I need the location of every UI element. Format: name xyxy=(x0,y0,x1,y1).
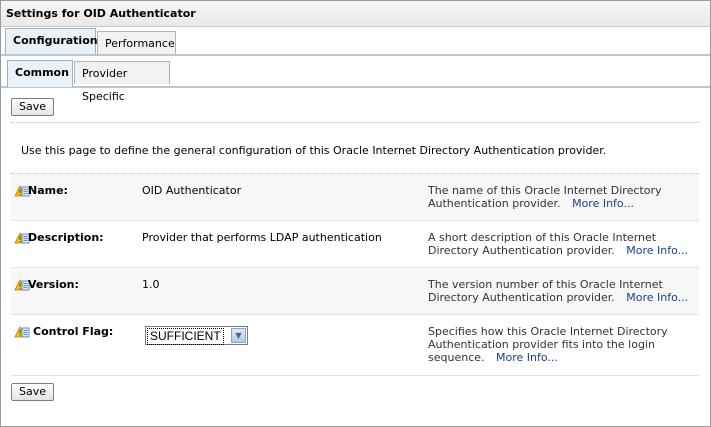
more-info-link[interactable]: More Info... xyxy=(572,197,634,210)
field-help-description: A short description of this Oracle Inter… xyxy=(428,231,693,257)
save-button-top[interactable]: Save xyxy=(11,98,55,116)
field-help-control-flag: Specifies how this Oracle Internet Direc… xyxy=(428,325,693,364)
primary-tab-bar: Configuration Performance xyxy=(1,27,710,56)
field-row-description: Description: Provider that performs LDAP… xyxy=(11,221,699,268)
field-row-name: Name: OID Authenticator The name of this… xyxy=(11,174,699,221)
secondary-tab-bar: Common Provider Specific xyxy=(1,56,710,103)
chevron-down-icon[interactable]: ▼ xyxy=(231,328,246,343)
tab-configuration[interactable]: Configuration xyxy=(5,28,98,54)
field-value-name: OID Authenticator xyxy=(142,184,242,197)
field-row-control-flag: Control Flag: SUFFICIENT ▼ Specifies how… xyxy=(11,315,699,376)
field-label-version: Version: xyxy=(28,278,79,291)
tab-common[interactable]: Common xyxy=(7,60,73,87)
field-help-name: The name of this Oracle Internet Directo… xyxy=(428,184,693,210)
field-row-version: Version: 1.0 The version number of this … xyxy=(11,268,699,315)
field-label-description: Description: xyxy=(28,231,104,244)
control-flag-selected-value: SUFFICIENT xyxy=(147,328,224,345)
warning-info-icon xyxy=(14,326,30,338)
save-button-bottom[interactable]: Save xyxy=(11,383,55,401)
field-label-name: Name: xyxy=(28,184,68,197)
tab-provider-specific[interactable]: Provider Specific xyxy=(74,61,170,103)
field-value-description: Provider that performs LDAP authenticati… xyxy=(142,231,382,244)
field-help-text: A short description of this Oracle Inter… xyxy=(428,231,657,257)
tab-performance[interactable]: Performance xyxy=(97,31,176,54)
more-info-link[interactable]: More Info... xyxy=(626,291,688,304)
intro-text: Use this page to define the general conf… xyxy=(21,144,607,157)
more-info-link[interactable]: More Info... xyxy=(496,351,558,364)
title-bar: Settings for OID Authenticator xyxy=(1,1,710,27)
more-info-link[interactable]: More Info... xyxy=(626,244,688,257)
page-title: Settings for OID Authenticator xyxy=(6,7,196,20)
field-help-version: The version number of this Oracle Intern… xyxy=(428,278,693,304)
field-value-version: 1.0 xyxy=(142,278,160,291)
divider xyxy=(11,122,699,123)
control-flag-select[interactable]: SUFFICIENT ▼ xyxy=(145,326,248,345)
field-label-control-flag: Control Flag: xyxy=(33,325,114,338)
settings-panel: Settings for OID Authenticator Configura… xyxy=(0,0,711,427)
